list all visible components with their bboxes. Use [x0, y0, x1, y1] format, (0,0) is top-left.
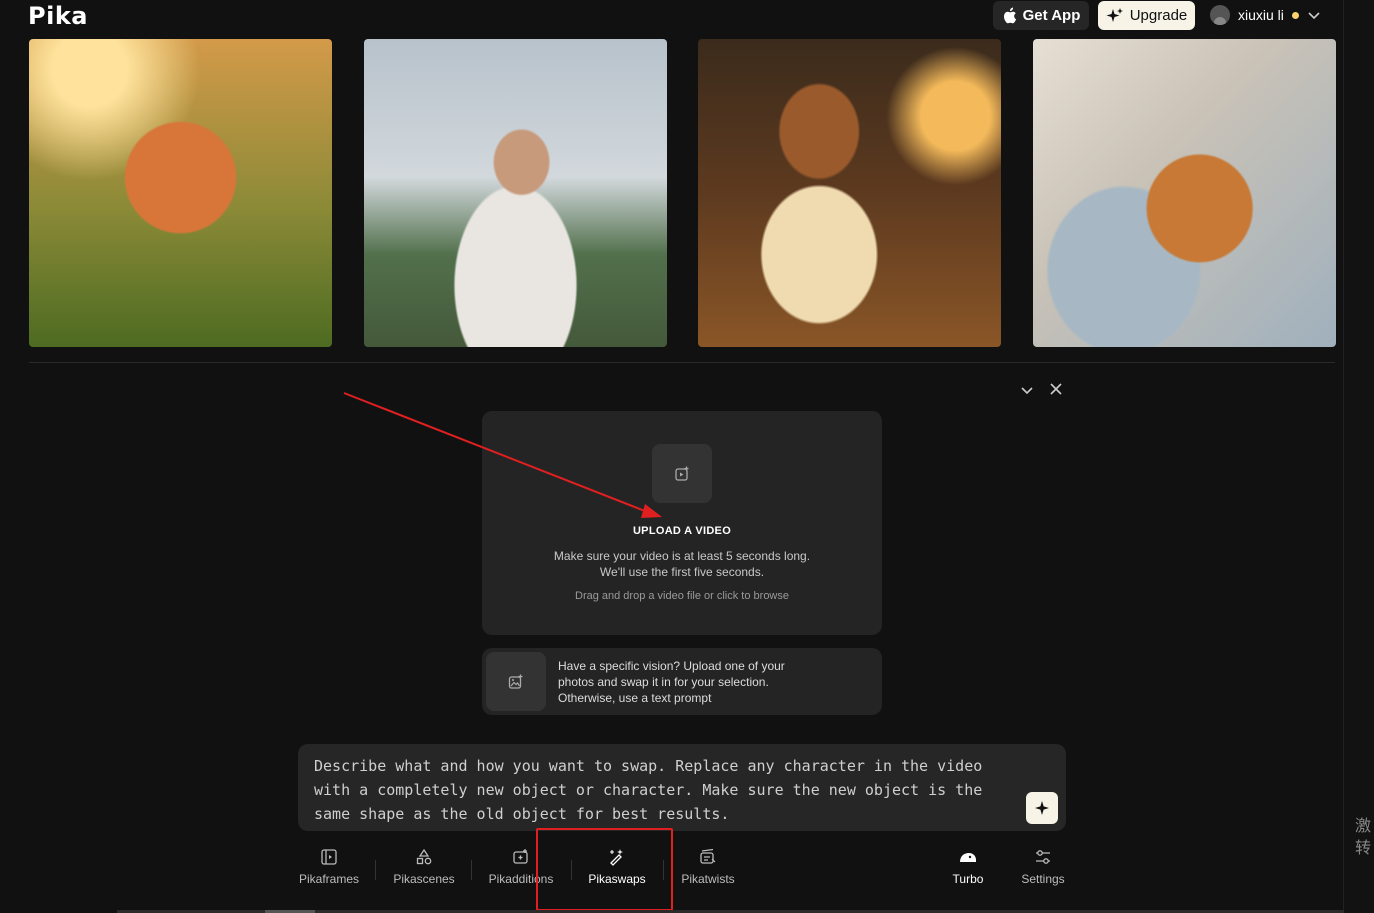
sparkle-icon: [1035, 801, 1049, 815]
apple-icon: [1003, 7, 1016, 24]
gallery-item-woman[interactable]: [364, 39, 667, 347]
annotation-highlight-box: [536, 828, 673, 911]
upload-desc-line2: We'll use the first five seconds.: [599, 565, 765, 579]
separator: [375, 860, 376, 880]
gallery-item-cat[interactable]: [1033, 39, 1336, 347]
twist-icon: [700, 848, 716, 864]
upload-desc-line1: Make sure your video is at least 5 secon…: [553, 549, 811, 563]
pika-logo[interactable]: Pika: [28, 2, 88, 30]
settings-sliders-icon: [1036, 850, 1050, 864]
divider: [29, 362, 1335, 363]
separator: [471, 860, 472, 880]
frames-icon: [321, 849, 337, 865]
upload-video-button[interactable]: [652, 444, 712, 503]
tool-label: Settings: [1021, 872, 1065, 886]
tool-settings[interactable]: Settings: [1020, 848, 1066, 896]
side-text: 激 转: [1355, 818, 1372, 857]
prompt-placeholder[interactable]: Describe what and how you want to swap. …: [314, 754, 1024, 826]
image-upload-icon: [508, 674, 523, 689]
get-app-button[interactable]: Get App: [993, 1, 1089, 30]
upload-description: Make sure your video is at least 5 secon…: [482, 548, 882, 580]
upload-title: UPLOAD A VIDEO: [632, 525, 732, 537]
status-dot: [1291, 11, 1299, 19]
enhance-prompt-button[interactable]: [1026, 792, 1058, 824]
upgrade-label: Upgrade: [1129, 7, 1188, 24]
tool-label: Pikatwists: [681, 872, 735, 886]
tool-pikaframes[interactable]: Pikaframes: [298, 848, 360, 896]
tool-label: Pikascenes: [393, 872, 455, 886]
username: xiuxiu li: [1238, 7, 1284, 23]
gallery-item-boy[interactable]: [698, 39, 1001, 347]
sparkle-icon: [1106, 7, 1123, 22]
tool-pikatwists[interactable]: Pikatwists: [679, 848, 737, 896]
gallery-item-monster[interactable]: [29, 39, 332, 347]
upgrade-button[interactable]: Upgrade: [1098, 1, 1195, 30]
swap-image-card[interactable]: Have a specific vision? Upload one of yo…: [482, 648, 882, 715]
get-app-label: Get App: [1022, 7, 1081, 24]
turbo-icon: [960, 853, 976, 862]
swap-image-text: Have a specific vision? Upload one of yo…: [558, 659, 785, 705]
avatar: [1210, 5, 1230, 25]
tool-label: Turbo: [952, 872, 984, 886]
add-video-icon: [513, 849, 528, 864]
upload-video-dropzone[interactable]: UPLOAD A VIDEO Make sure your video is a…: [482, 411, 882, 635]
video-upload-icon: [675, 466, 689, 481]
collapse-icon[interactable]: [1019, 382, 1035, 398]
shapes-icon: [416, 848, 432, 865]
upload-image-button[interactable]: [486, 652, 546, 711]
tool-label: Pikaframes: [298, 872, 360, 886]
user-menu[interactable]: xiuxiu li: [1210, 4, 1321, 26]
prompt-input[interactable]: Describe what and how you want to swap. …: [298, 744, 1066, 831]
chevron-down-icon: [1308, 12, 1320, 20]
upload-hint: Drag and drop a video file or click to b…: [575, 590, 789, 602]
tool-turbo[interactable]: Turbo: [950, 848, 986, 896]
tool-pikascenes[interactable]: Pikascenes: [392, 848, 456, 896]
close-icon[interactable]: [1048, 381, 1064, 397]
